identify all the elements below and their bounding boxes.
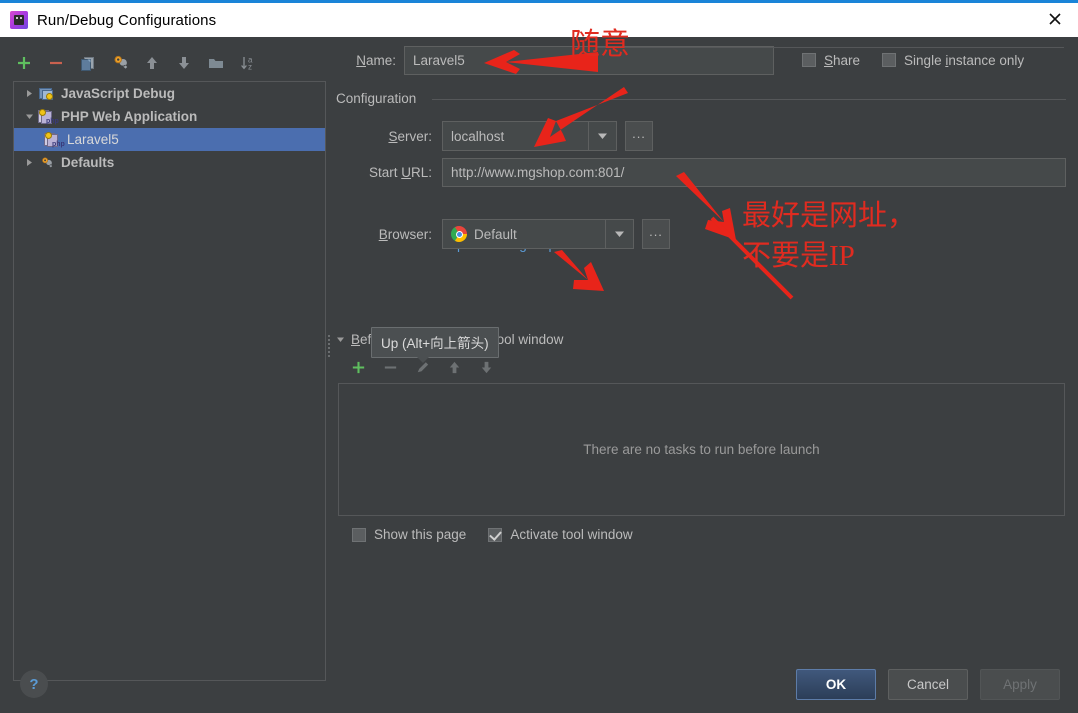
share-label: Share (824, 52, 861, 68)
browser-combobox[interactable]: Default (442, 219, 634, 249)
tasks-empty-text: There are no tasks to run before launch (583, 442, 820, 457)
checkbox-box (882, 53, 897, 67)
tree-item-defaults[interactable]: Defaults (14, 151, 325, 174)
help-icon[interactable]: ? (20, 670, 48, 698)
name-label: Name: (356, 52, 396, 68)
php-config-icon: php (44, 131, 65, 148)
configuration-editor-pane: Name: Laravel5 Share Single instance onl… (334, 37, 1078, 713)
before-launch-options: Show this page Activate tool window (352, 527, 655, 542)
options-checkboxes: Share Single instance only (802, 45, 1046, 75)
share-checkbox[interactable]: Share (802, 53, 860, 68)
configurations-toolbar: a z (8, 47, 318, 79)
single-instance-checkbox[interactable]: Single instance only (882, 53, 1024, 68)
create-folder-button[interactable] (200, 49, 232, 77)
tree-item-javascript-debug[interactable]: JavaScript Debug (14, 82, 325, 105)
configurations-tree[interactable]: JavaScript Debug php PHP Web Application… (13, 81, 326, 681)
before-launch-tasks-panel[interactable]: There are no tasks to run before launch (338, 383, 1065, 516)
group-title: Configuration (336, 91, 417, 106)
move-down-button[interactable] (168, 49, 200, 77)
server-label: Server: (388, 128, 432, 144)
activate-tool-window-checkbox[interactable]: Activate tool window (488, 527, 633, 542)
svg-text:z: z (248, 63, 252, 72)
ok-button[interactable]: OK (796, 669, 876, 700)
panel-splitter[interactable] (327, 333, 332, 363)
remove-configuration-button[interactable] (40, 49, 72, 77)
single-instance-label: Single instance only (904, 52, 1025, 68)
annotation-url-note-line1: 最好是网址， (742, 200, 917, 232)
php-web-application-icon: php (38, 108, 59, 125)
tree-item-laravel5[interactable]: php Laravel5 (14, 128, 325, 151)
javascript-debug-icon (38, 86, 56, 102)
annotation-url-note-line2: 不要是IP (742, 240, 855, 272)
browser-browse-button[interactable]: ... (642, 219, 670, 249)
name-value: Laravel5 (413, 52, 465, 68)
browser-value: Default (474, 226, 517, 242)
browser-label: Browser: (378, 226, 432, 242)
activate-tool-window-label: Activate tool window (510, 527, 633, 542)
edit-defaults-button[interactable] (104, 49, 136, 77)
chrome-icon (451, 226, 467, 242)
tree-item-label: Defaults (61, 155, 115, 170)
checkbox-box (352, 527, 366, 542)
chevron-right-icon[interactable] (20, 82, 38, 105)
tree-item-php-web-application[interactable]: php PHP Web Application (14, 105, 325, 128)
tree-item-label: PHP Web Application (61, 109, 198, 124)
move-up-button[interactable] (136, 49, 168, 77)
phpstorm-icon (10, 11, 28, 29)
checkbox-box (802, 53, 816, 67)
annotation-arrow-browser (554, 250, 604, 291)
show-this-page-label: Show this page (374, 527, 467, 542)
annotation-name-note: 随意 (570, 28, 630, 61)
chevron-down-icon[interactable] (20, 105, 38, 128)
annotation-url-note: 最好是网址， 不要是IP (742, 196, 916, 276)
apply-button[interactable]: Apply (980, 669, 1060, 700)
close-icon[interactable] (1032, 0, 1078, 37)
start-url-value: http://www.mgshop.com:801/ (451, 165, 625, 180)
tree-item-label: JavaScript Debug (61, 86, 176, 101)
dialog-buttons: OK Cancel Apply (784, 669, 1060, 700)
sort-configurations-button[interactable]: a z (232, 49, 264, 77)
before-launch-divider (596, 47, 1064, 48)
defaults-wrench-icon (38, 155, 56, 171)
move-up-tooltip: Up (Alt+向上箭头) (371, 327, 499, 363)
chevron-down-icon[interactable] (336, 335, 345, 344)
tree-item-label: Laravel5 (67, 132, 119, 147)
start-url-label: Start URL: (368, 165, 432, 180)
chevron-right-icon[interactable] (20, 151, 38, 174)
checkbox-box (488, 527, 503, 542)
browser-value-wrap: Default (443, 226, 605, 242)
chevron-down-icon[interactable] (605, 220, 633, 248)
browser-row: Browser: Default ... (336, 219, 670, 249)
copy-configuration-button[interactable] (72, 49, 104, 77)
window-title: Run/Debug Configurations (37, 11, 217, 29)
cancel-button[interactable]: Cancel (888, 669, 968, 700)
add-task-button[interactable] (342, 354, 374, 380)
window-title-bar: Run/Debug Configurations (0, 0, 1078, 37)
add-configuration-button[interactable] (8, 49, 40, 77)
show-this-page-checkbox[interactable]: Show this page (352, 527, 466, 542)
annotation-arrow-server (534, 87, 628, 147)
